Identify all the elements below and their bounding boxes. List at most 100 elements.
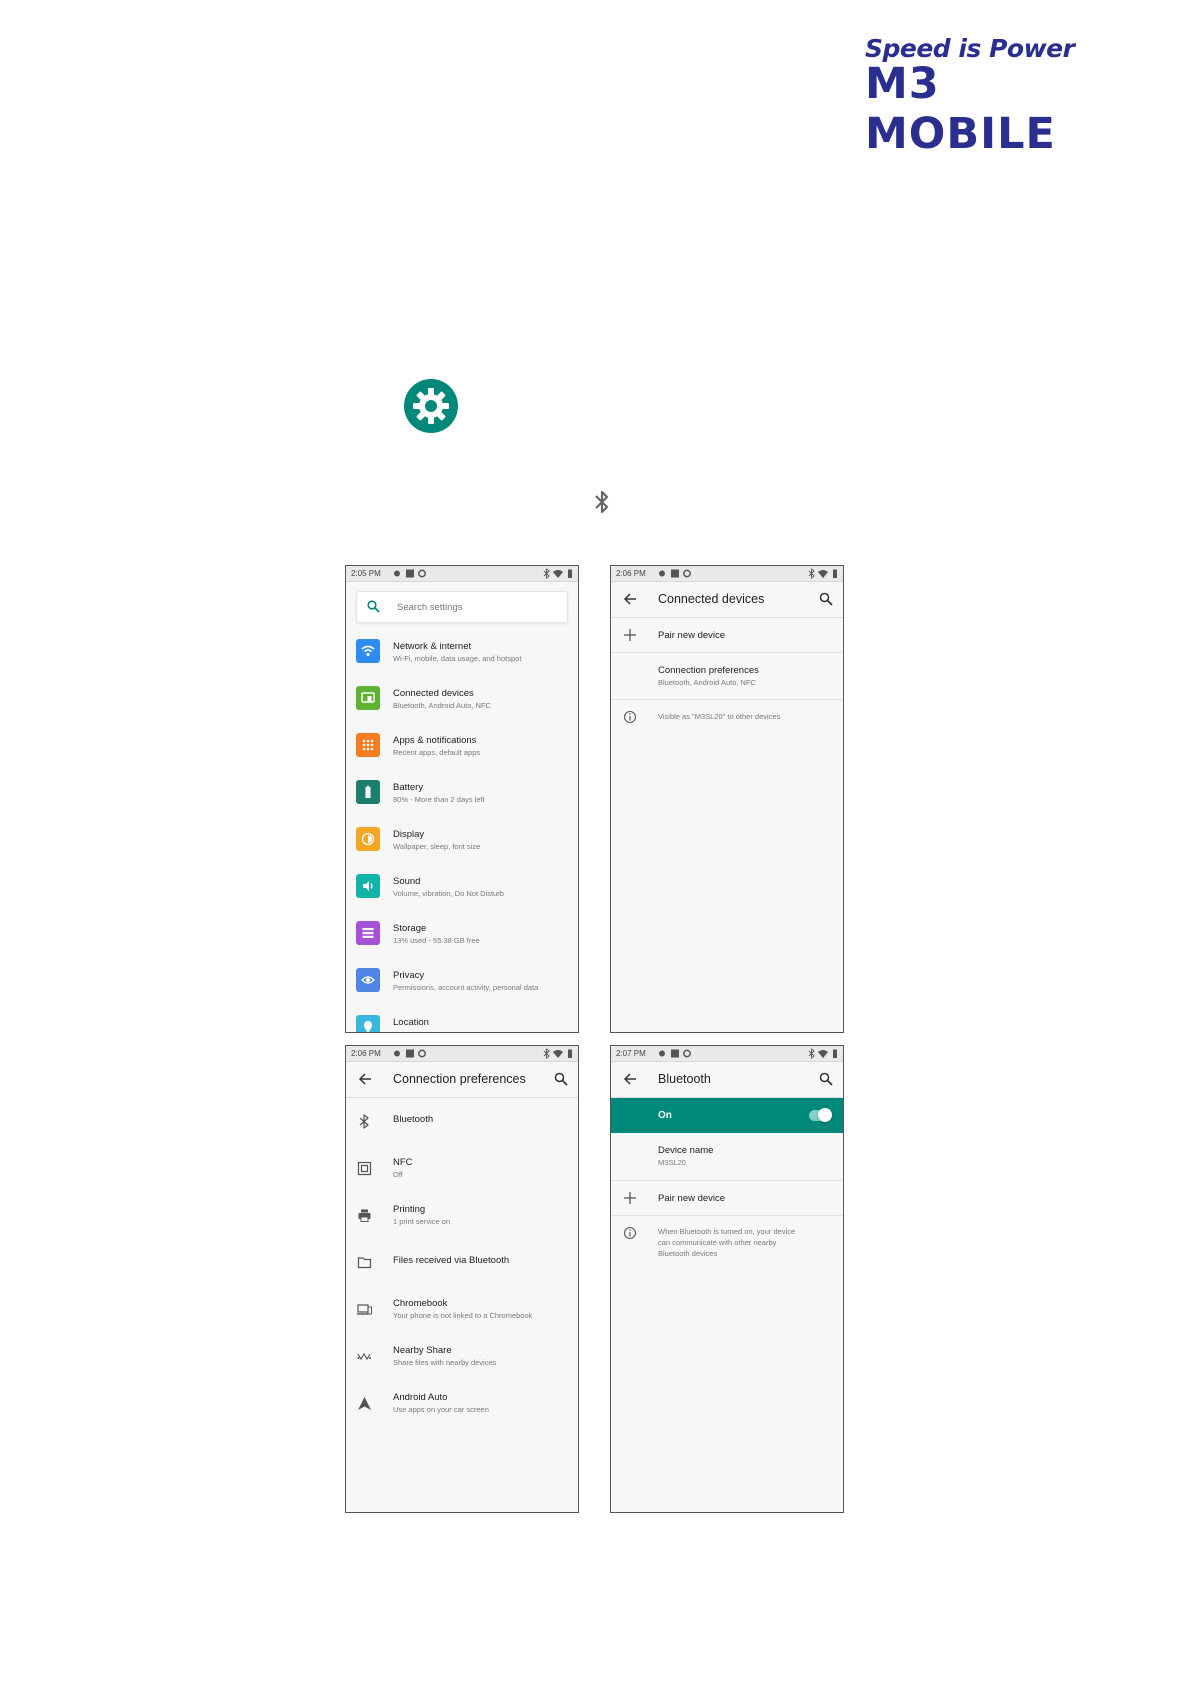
app-bar: Bluetooth <box>611 1062 843 1098</box>
settings-item-title: Storage <box>393 923 427 934</box>
bluetooth-info-line-2: can communicate with other nearby <box>658 1238 777 1247</box>
page-title: Connected devices <box>658 592 765 606</box>
settings-list: Network & internet Wi-Fi, mobile, data us… <box>346 629 578 1032</box>
plus-icon <box>624 629 636 641</box>
pref-item-subtitle: Your phone is not linked to a Chromebook <box>393 1311 533 1320</box>
settings-item-subtitle: Permissions, account activity, personal … <box>393 983 539 992</box>
status-bar: 2:06 PM <box>611 566 843 582</box>
apps-grid-icon <box>362 739 374 751</box>
bluetooth-on-bar[interactable]: On <box>611 1098 843 1133</box>
settings-item-title: Privacy <box>393 970 425 981</box>
settings-item-title: Location <box>393 1017 429 1028</box>
pref-item-nfc[interactable]: NFC Off <box>346 1145 578 1192</box>
settings-item-tile <box>356 827 380 851</box>
visibility-text: Visible as "M3SL20" to other devices <box>658 712 781 721</box>
m3-mobile-logo: Speed is Power M3 MOBILE <box>865 34 1145 159</box>
status-time: 2:06 PM <box>616 569 646 578</box>
pair-new-device-row[interactable]: Pair new device <box>611 618 843 653</box>
settings-item-connected-devices[interactable]: Connected devices Bluetooth, Android Auto… <box>346 676 578 723</box>
settings-item-tile <box>356 1015 380 1032</box>
bluetooth-on-label: On <box>658 1110 672 1121</box>
connected-devices-icon <box>361 692 375 703</box>
signal-battery-icons <box>543 1048 572 1059</box>
connection-preferences-list: Bluetooth NFC Off Printing 1 print service o… <box>346 1098 578 1427</box>
storage-icon <box>362 928 374 938</box>
status-bar: 2:05 PM <box>346 566 578 582</box>
status-bar: 2:06 PM <box>346 1046 578 1062</box>
device-name-row[interactable]: Device name M3SL20 <box>611 1133 843 1181</box>
pref-item-files-received-via-bluetooth[interactable]: Files received via Bluetooth <box>346 1239 578 1286</box>
pref-item-subtitle: Share files with nearby devices <box>393 1358 497 1367</box>
settings-item-tile <box>356 968 380 992</box>
notification-icons <box>659 569 691 578</box>
settings-item-tile <box>356 686 380 710</box>
privacy-eye-icon <box>361 976 375 984</box>
settings-item-sound[interactable]: Sound Volume, vibration, Do Not Disturb <box>346 864 578 911</box>
settings-item-subtitle: 80% - More than 2 days left <box>393 795 485 804</box>
brightness-icon <box>361 832 375 846</box>
connection-preferences-subtitle: Bluetooth, Android Auto, NFC <box>658 678 756 687</box>
search-settings-field[interactable]: Search settings <box>356 591 568 623</box>
settings-item-battery[interactable]: Battery 80% - More than 2 days left <box>346 770 578 817</box>
pref-item-title: Nearby Share <box>393 1345 452 1356</box>
pref-item-android-auto[interactable]: Android Auto Use apps on your car screen <box>346 1380 578 1427</box>
location-icon <box>364 1021 372 1032</box>
pref-item-nearby-share[interactable]: Nearby Share Share files with nearby devi… <box>346 1333 578 1380</box>
nfc-icon <box>357 1161 372 1176</box>
bluetooth-info-line-3: Bluetooth devices <box>658 1249 718 1258</box>
settings-item-title: Network & internet <box>393 641 472 652</box>
pref-item-title: Bluetooth <box>393 1114 434 1125</box>
pref-item-title: Android Auto <box>393 1392 448 1403</box>
notification-icons <box>394 569 426 578</box>
bluetooth-toggle[interactable] <box>809 1108 832 1122</box>
settings-item-title: Battery <box>393 782 424 793</box>
logo-brand: M3 MOBILE <box>865 59 1056 159</box>
settings-item-storage[interactable]: Storage 13% used - 55.38 GB free <box>346 911 578 958</box>
settings-item-title: Connected devices <box>393 688 474 699</box>
back-arrow-icon[interactable] <box>623 1072 637 1086</box>
pref-item-chromebook[interactable]: Chromebook Your phone is not linked to a … <box>346 1286 578 1333</box>
status-time: 2:05 PM <box>351 569 381 578</box>
search-icon[interactable] <box>554 1072 568 1086</box>
settings-item-apps-notifications[interactable]: Apps & notifications Recent apps, default… <box>346 723 578 770</box>
device-name-value: M3SL20 <box>658 1158 686 1167</box>
settings-item-tile <box>356 921 380 945</box>
android-auto-icon <box>358 1397 371 1410</box>
pair-new-device-row[interactable]: Pair new device <box>611 1181 843 1216</box>
settings-item-tile <box>356 874 380 898</box>
printer-icon <box>358 1209 371 1222</box>
wifi-icon <box>361 645 375 657</box>
settings-item-location[interactable]: Location <box>346 1005 578 1032</box>
signal-battery-icons <box>808 1048 837 1059</box>
info-icon <box>623 1226 637 1240</box>
volume-icon <box>363 881 373 891</box>
search-icon[interactable] <box>819 592 833 606</box>
pair-new-device-label: Pair new device <box>658 1193 726 1204</box>
signal-battery-icons <box>543 568 572 579</box>
pref-item-printing[interactable]: Printing 1 print service on <box>346 1192 578 1239</box>
settings-item-title: Display <box>393 829 425 840</box>
settings-item-display[interactable]: Display Wallpaper, sleep, font size <box>346 817 578 864</box>
bluetooth-info-row: When Bluetooth is turned on, your device… <box>611 1216 843 1266</box>
pref-item-bluetooth[interactable]: Bluetooth <box>346 1098 578 1145</box>
pair-new-device-label: Pair new device <box>658 630 726 641</box>
search-icon[interactable] <box>819 1072 833 1086</box>
settings-item-subtitle: Wallpaper, sleep, font size <box>393 842 481 851</box>
settings-item-tile <box>356 639 380 663</box>
back-arrow-icon[interactable] <box>358 1072 372 1086</box>
settings-item-subtitle: Volume, vibration, Do Not Disturb <box>393 889 504 898</box>
pref-item-title: NFC <box>393 1157 413 1168</box>
connection-preferences-row[interactable]: Connection preferences Bluetooth, Androi… <box>611 653 843 700</box>
bluetooth-icon <box>359 1114 369 1129</box>
connection-preferences-screenshot: 2:06 PM Connection preferences Bluetooth… <box>345 1045 579 1513</box>
settings-item-subtitle: Wi-Fi, mobile, data usage, and hotspot <box>393 654 522 663</box>
pref-item-subtitle: Use apps on your car screen <box>393 1405 489 1414</box>
pref-item-subtitle: 1 print service on <box>393 1217 451 1226</box>
back-arrow-icon[interactable] <box>623 592 637 606</box>
settings-item-network-internet[interactable]: Network & internet Wi-Fi, mobile, data us… <box>346 629 578 676</box>
settings-item-privacy[interactable]: Privacy Permissions, account activity, pe… <box>346 958 578 1005</box>
status-bar: 2:07 PM <box>611 1046 843 1062</box>
notification-icons <box>659 1049 691 1058</box>
info-icon <box>623 710 637 724</box>
app-bar: Connected devices <box>611 582 843 618</box>
